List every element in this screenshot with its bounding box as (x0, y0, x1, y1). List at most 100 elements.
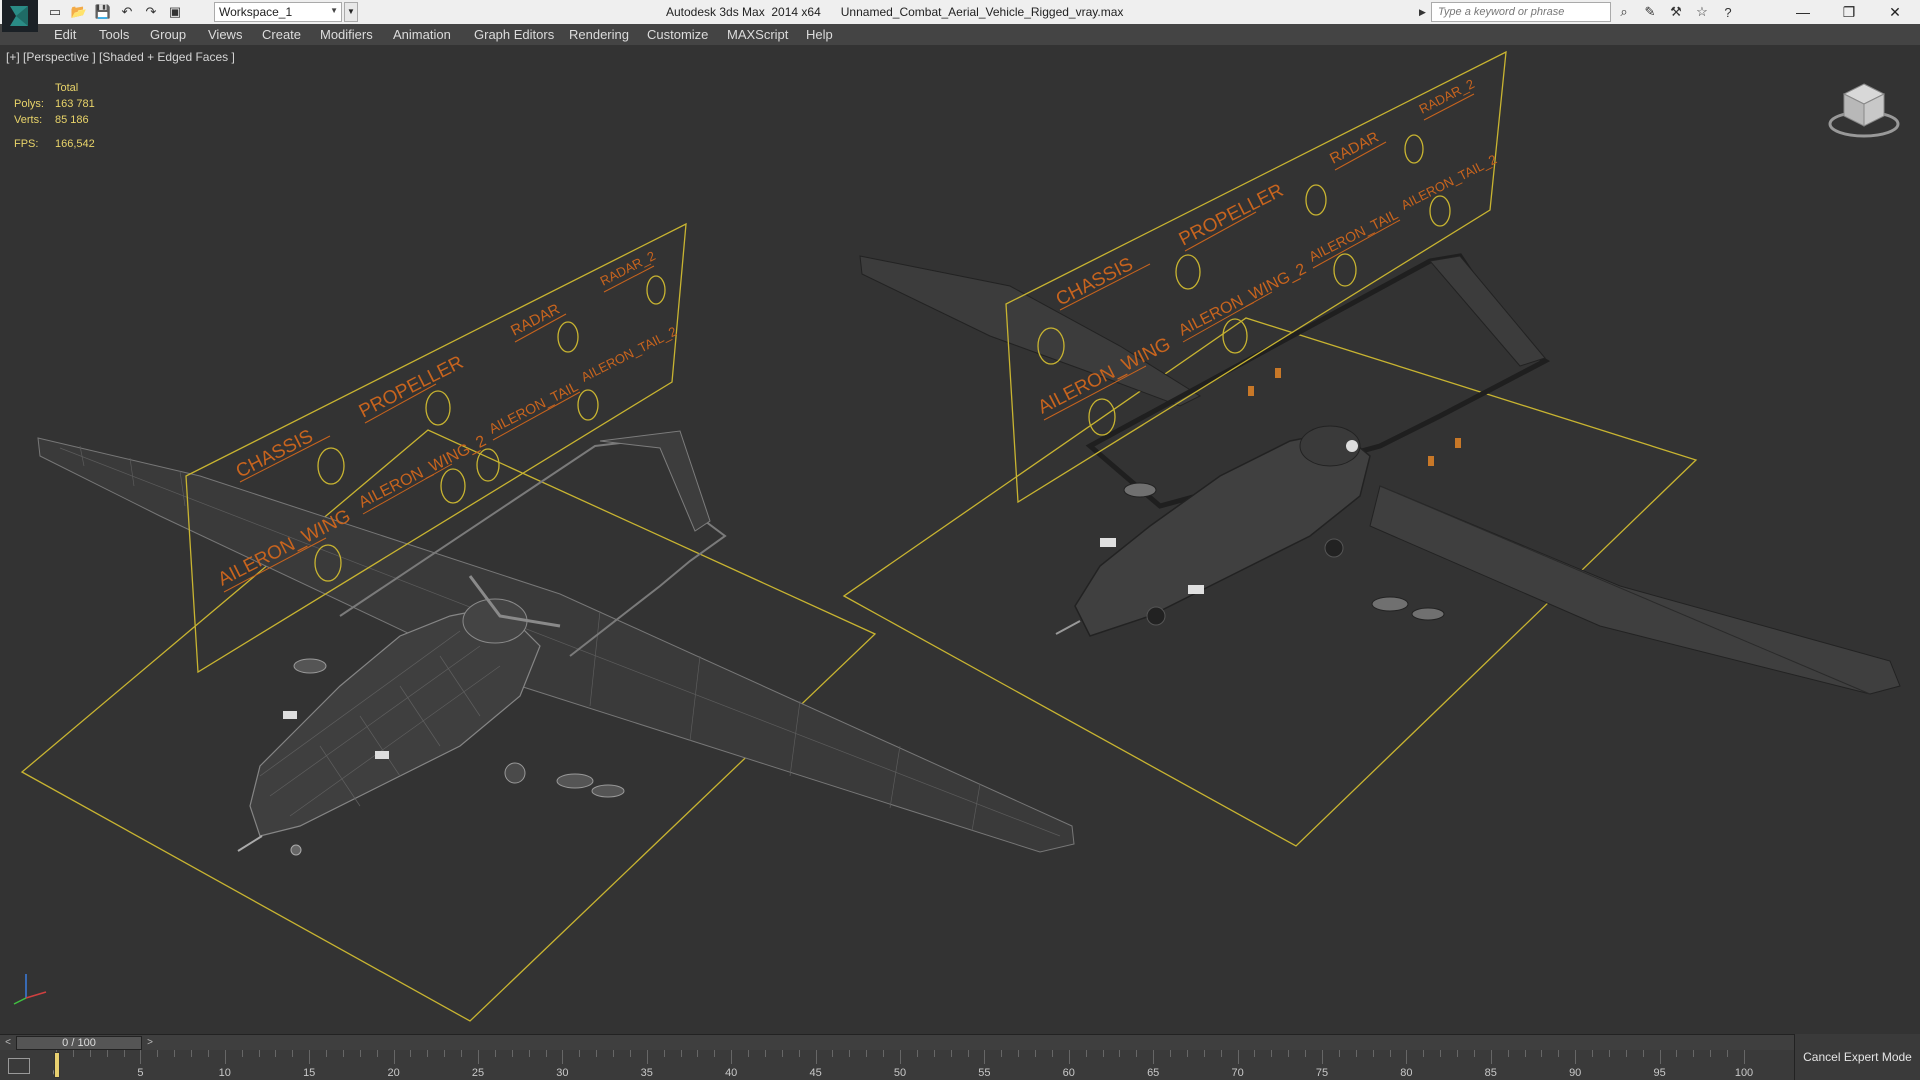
menu-customize[interactable]: Customize (647, 27, 708, 42)
track-bar[interactable]: 0510152025303540455055606570758085909510… (0, 1050, 1920, 1080)
ruler-tick-label: 95 (1653, 1067, 1666, 1079)
ruler-tick (950, 1050, 952, 1057)
menu-animation[interactable]: Animation (393, 27, 451, 42)
ruler-tick (309, 1050, 311, 1064)
ruler-tick (1136, 1050, 1138, 1057)
ruler-tick (646, 1050, 648, 1064)
ruler-tick (224, 1050, 226, 1064)
ruler-tick (444, 1050, 446, 1057)
ruler-tick-label: 100 (1734, 1067, 1754, 1079)
ruler-tick (815, 1050, 817, 1064)
ruler-tick (494, 1050, 496, 1057)
ruler-tick (1625, 1050, 1627, 1057)
app-menu-button[interactable] (2, 0, 38, 32)
menu-bar: Edit Tools Group Views Create Modifiers … (0, 24, 1920, 46)
time-slider-thumb[interactable]: 0 / 100 (16, 1036, 142, 1050)
ruler-tick (748, 1050, 750, 1057)
close-button[interactable]: ✕ (1872, 0, 1918, 24)
current-frame-marker[interactable] (54, 1052, 60, 1078)
menu-rendering[interactable]: Rendering (569, 27, 629, 42)
help-icon[interactable]: ? (1719, 3, 1737, 21)
ruler-tick (1490, 1050, 1492, 1064)
search-input[interactable]: Type a keyword or phrase (1431, 2, 1611, 22)
title-bar: ▭ 📂 💾 ↶ ↷ ▣ Workspace_1 ▼ ▼ Autodesk 3ds… (0, 0, 1920, 32)
menu-edit[interactable]: Edit (54, 27, 76, 42)
rig-label-chassis: CHASSIS (233, 426, 317, 483)
ruler-tick (764, 1050, 766, 1057)
ruler-tick (883, 1050, 885, 1057)
minimize-button[interactable]: — (1780, 0, 1826, 24)
save-file-icon[interactable]: 💾 (94, 3, 112, 21)
viewcube-icon[interactable] (1828, 78, 1900, 143)
ruler-tick (1237, 1050, 1239, 1064)
project-folder-icon[interactable]: ▣ (166, 3, 184, 21)
quick-access-toolbar: ▭ 📂 💾 ↶ ↷ ▣ (46, 3, 184, 21)
ruler-tick (461, 1050, 463, 1057)
menu-views[interactable]: Views (208, 27, 242, 42)
menu-help[interactable]: Help (806, 27, 833, 42)
ruler-tick (832, 1050, 834, 1057)
ruler-tick (1406, 1050, 1408, 1064)
ruler-tick (359, 1050, 361, 1057)
menu-group[interactable]: Group (150, 27, 186, 42)
open-file-icon[interactable]: 📂 (70, 3, 88, 21)
ruler-tick (1642, 1050, 1644, 1057)
app-title: Autodesk 3ds Max 2014 x64 (666, 5, 821, 19)
rig-label-aileron-tail-2: AILERON_TAIL_2 (579, 324, 680, 385)
restore-button[interactable]: ❐ (1826, 0, 1872, 24)
ruler-tick (1372, 1050, 1374, 1057)
qat-customize-button[interactable]: ▼ (344, 2, 358, 22)
ruler-tick (241, 1050, 243, 1057)
redo-icon[interactable]: ↷ (142, 3, 160, 21)
undo-icon[interactable]: ↶ (118, 3, 136, 21)
favorites-star-icon[interactable]: ☆ (1693, 3, 1711, 21)
menu-tools[interactable]: Tools (99, 27, 129, 42)
ruler-tick-label: 50 (893, 1067, 907, 1079)
subscription-icon[interactable]: ✎ (1641, 3, 1659, 21)
ruler-tick (1744, 1050, 1745, 1064)
ruler-tick-label: 90 (1569, 1067, 1582, 1079)
ruler-tick-label: 65 (1147, 1067, 1160, 1079)
ruler-tick (1102, 1050, 1104, 1057)
mini-curve-editor-icon[interactable] (8, 1058, 30, 1074)
menu-graph-editors[interactable]: Graph Editors (474, 27, 554, 42)
ruler-tick (1693, 1050, 1695, 1057)
ruler-tick (714, 1050, 716, 1057)
search-expand-icon[interactable]: ▶ (1419, 2, 1431, 22)
ruler-tick (1676, 1050, 1678, 1057)
ruler-tick (1338, 1050, 1340, 1057)
timeline-ruler[interactable]: 0510152025303540455055606570758085909510… (53, 1050, 1784, 1080)
ruler-tick (849, 1050, 851, 1057)
ruler-tick (258, 1050, 260, 1057)
ruler-tick (1507, 1050, 1509, 1057)
menu-create[interactable]: Create (262, 27, 301, 42)
next-frame-button[interactable]: > (142, 1035, 158, 1051)
communication-icon[interactable]: ⚒ (1667, 3, 1685, 21)
ruler-tick (89, 1050, 91, 1057)
ruler-tick (140, 1050, 142, 1064)
ruler-tick (1608, 1050, 1610, 1057)
new-file-icon[interactable]: ▭ (46, 3, 64, 21)
workspace-select[interactable]: Workspace_1 ▼ (214, 2, 342, 22)
rig-label-aileron-tail: AILERON_TAIL (486, 378, 581, 437)
ruler-tick (900, 1050, 901, 1064)
ruler-tick (798, 1050, 800, 1057)
ruler-tick-label: 70 (1231, 1067, 1244, 1079)
ruler-tick (545, 1050, 547, 1057)
ruler-tick (427, 1050, 429, 1057)
binoculars-icon[interactable]: ⌕ (1615, 3, 1633, 21)
ruler-tick (478, 1050, 479, 1064)
ruler-tick-label: 15 (303, 1067, 316, 1079)
ruler-tick (157, 1050, 159, 1057)
ruler-tick (781, 1050, 783, 1057)
uav-wireframe-model[interactable] (37, 430, 1075, 856)
ruler-tick (511, 1050, 513, 1057)
menu-maxscript[interactable]: MAXScript (727, 27, 788, 42)
menu-modifiers[interactable]: Modifiers (320, 27, 373, 42)
prev-frame-button[interactable]: < (0, 1035, 16, 1051)
perspective-viewport[interactable]: [+] [Perspective ] [Shaded + Edged Faces… (0, 46, 1920, 1034)
ruler-tick-label: 5 (137, 1067, 144, 1079)
cancel-expert-mode-button[interactable]: Cancel Expert Mode (1794, 1034, 1920, 1080)
ruler-tick (731, 1050, 733, 1064)
ruler-tick (562, 1050, 564, 1064)
